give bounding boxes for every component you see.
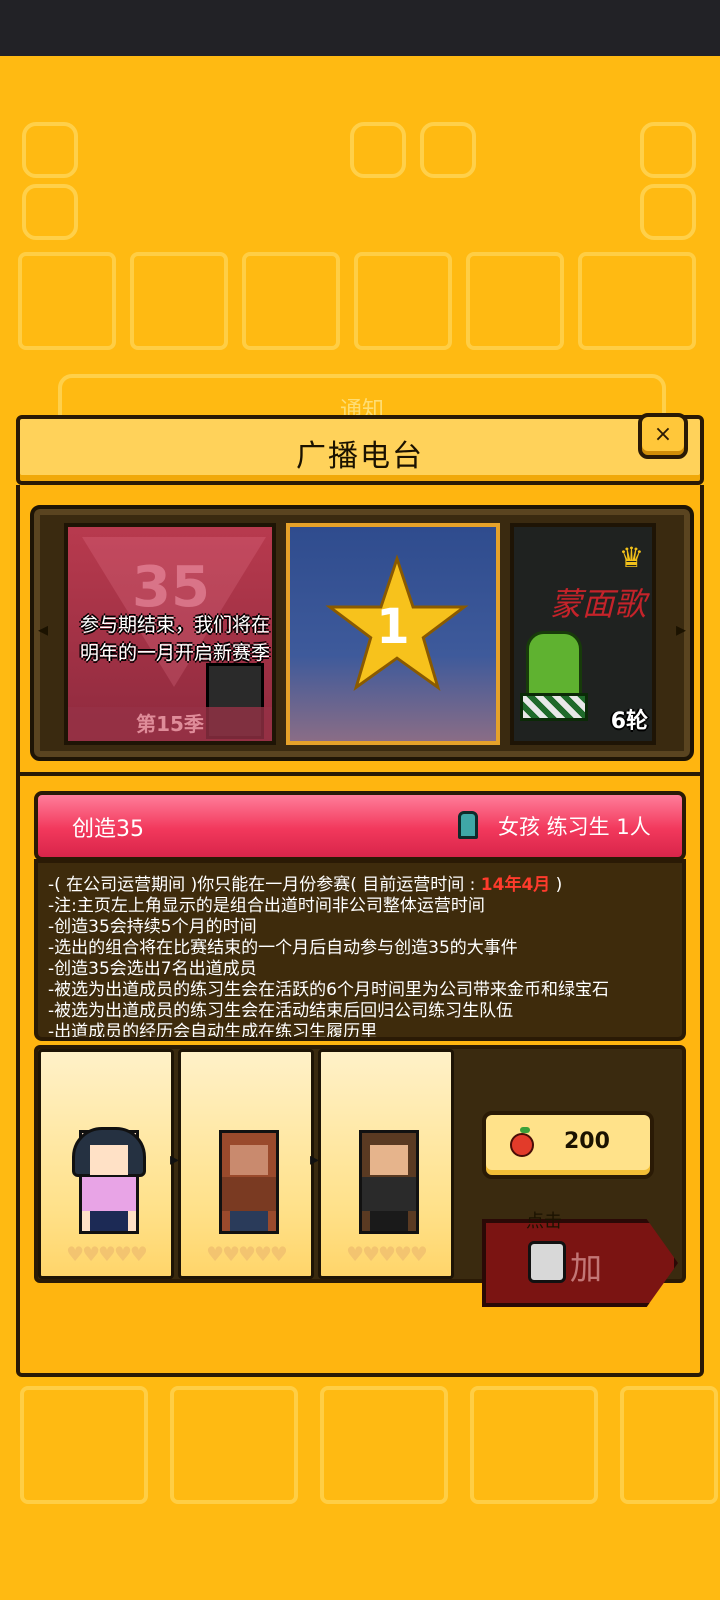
join-button[interactable]: 加 [482, 1219, 678, 1307]
bg-icon [22, 184, 78, 240]
bg-icon [640, 184, 696, 240]
bg-card [620, 1386, 718, 1504]
join-label: 加 [570, 1249, 603, 1287]
face-icon [90, 1145, 128, 1175]
description-line: -创造35会选出7名出道成员 [48, 959, 257, 979]
bg-card [170, 1386, 298, 1504]
description-line: -被选为出道成员的练习生会在活动结束后回归公司练习生队伍 [48, 1001, 514, 1021]
shirt-icon [222, 1177, 276, 1211]
click-hint: 点击 [526, 1211, 562, 1232]
bg-card [20, 1386, 148, 1504]
event-title: 创造35 [72, 817, 144, 842]
operation-time: 14年4月 [480, 875, 551, 895]
apple-cost: 200 [564, 1129, 610, 1154]
bg-card [578, 252, 696, 350]
event-header: 创造35 女孩 练习生 1人 [34, 791, 686, 861]
slide-create35-season[interactable]: 35 参与期结束，我们将在 明年的一月开启新赛季 第15季 [64, 523, 276, 745]
bg-card [320, 1386, 448, 1504]
slide-season-label: 第15季 [68, 707, 272, 741]
description-line: -被选为出道成员的练习生会在活跃的6个月时间里为公司带来金币和绿宝石 [48, 980, 609, 1000]
hearts-rating: ♥♥♥♥♥ [346, 1242, 428, 1266]
bg-icon [22, 122, 78, 178]
trainee-card[interactable]: ♥♥♥♥♥ [38, 1049, 174, 1279]
dialog-title: 广播电台 [296, 439, 424, 474]
carousel-right-arrow-icon[interactable]: ▸ [676, 617, 686, 641]
slide-number-one[interactable]: 1 [286, 523, 500, 745]
section-divider [20, 772, 700, 776]
description-line: -注:主页左上角显示的是组合出道时间非公司整体运营时间 [48, 896, 485, 916]
slide-show-title: 蒙面歌 [550, 585, 647, 623]
apple-leaf-icon [520, 1127, 530, 1133]
apple-icon [510, 1133, 534, 1157]
face-icon [370, 1145, 408, 1175]
rank-number: 1 [376, 599, 410, 655]
bg-card [354, 252, 452, 350]
trainee-avatar [359, 1130, 419, 1234]
trainee-card[interactable]: ♥♥♥♥♥ [318, 1049, 454, 1279]
hearts-rating: ♥♥♥♥♥ [206, 1242, 288, 1266]
bg-icon [640, 122, 696, 178]
event-requirement: 女孩 练习生 1人 [498, 815, 651, 839]
legs-icon [90, 1211, 128, 1231]
close-button[interactable]: × [638, 413, 688, 459]
slide-message-line1: 参与期结束，我们将在 [79, 614, 270, 636]
slide-message-line2: 明年的一月开启新赛季 [79, 642, 270, 664]
cat-mascot-icon [528, 1241, 566, 1283]
face-icon [230, 1145, 268, 1175]
trainee-avatar [219, 1130, 279, 1234]
shirt-icon [362, 1177, 416, 1211]
bg-card [242, 252, 340, 350]
bg-card [470, 1386, 598, 1504]
description-line: -出道成员的经历会自动生成在练习生履历里 [48, 1022, 378, 1041]
dialog-body: ◂ ▸ 35 参与期结束，我们将在 明年的一月开启新赛季 第15季 1 ♛ 蒙面… [16, 485, 704, 1377]
shirt-icon [82, 1177, 136, 1211]
dialog-header: 广播电台 × [16, 413, 704, 485]
status-bar [0, 0, 720, 56]
hearts-rating: ♥♥♥♥♥ [66, 1242, 148, 1266]
description-text: -( 在公司运营期间 )你只能在一月份参赛( 目前运营时间 : [48, 875, 481, 895]
slide-message: 参与期结束，我们将在 明年的一月开启新赛季 [72, 611, 272, 667]
description-line: -创造35会持续5个月的时间 [48, 917, 257, 937]
radio-dialog: 广播电台 × ◂ ▸ 35 参与期结束，我们将在 明年的一月开启新赛季 第15季 [16, 413, 704, 1377]
carousel-left-arrow-icon[interactable]: ◂ [38, 617, 48, 641]
description-line: -选出的组合将在比赛结束的一个月后自动参与创造35的大事件 [48, 938, 518, 958]
news-carousel[interactable]: ◂ ▸ 35 参与期结束，我们将在 明年的一月开启新赛季 第15季 1 ♛ 蒙面… [30, 505, 694, 761]
description-line: -( 在公司运营期间 )你只能在一月份参赛( 目前运营时间 : 14年4月 ) [48, 875, 674, 896]
legs-icon [230, 1211, 268, 1231]
bg-card [466, 252, 564, 350]
crown-icon: ♛ [618, 541, 644, 574]
bg-card [18, 252, 116, 350]
legs-icon [370, 1211, 408, 1231]
cost-bubble: 200 [482, 1111, 654, 1179]
description-lines: -( 在公司运营期间 )你只能在一月份参赛( 目前运营时间 : 14年4月 ) … [48, 875, 674, 1041]
trainee-selection: ♥♥♥♥♥ ▸ ♥♥♥♥♥ ▸ ♥♥♥♥♥ 200 点击 加 [34, 1045, 686, 1307]
slide-round-label: 6轮 [610, 709, 648, 734]
bg-card [130, 252, 228, 350]
trainee-requirement-icon [458, 811, 478, 839]
event-description[interactable]: -( 在公司运营期间 )你只能在一月份参赛( 目前运营时间 : 14年4月 ) … [34, 859, 686, 1041]
description-text: ) [550, 875, 563, 895]
bg-icon [420, 122, 476, 178]
mascot-skirt-icon [520, 693, 588, 721]
slide-masked-singer[interactable]: ♛ 蒙面歌 6轮 [510, 523, 656, 745]
bg-icon [350, 122, 406, 178]
trainee-card[interactable]: ♥♥♥♥♥ [178, 1049, 314, 1279]
close-icon: × [653, 422, 673, 447]
trainee-girl-avatar [72, 1127, 146, 1234]
